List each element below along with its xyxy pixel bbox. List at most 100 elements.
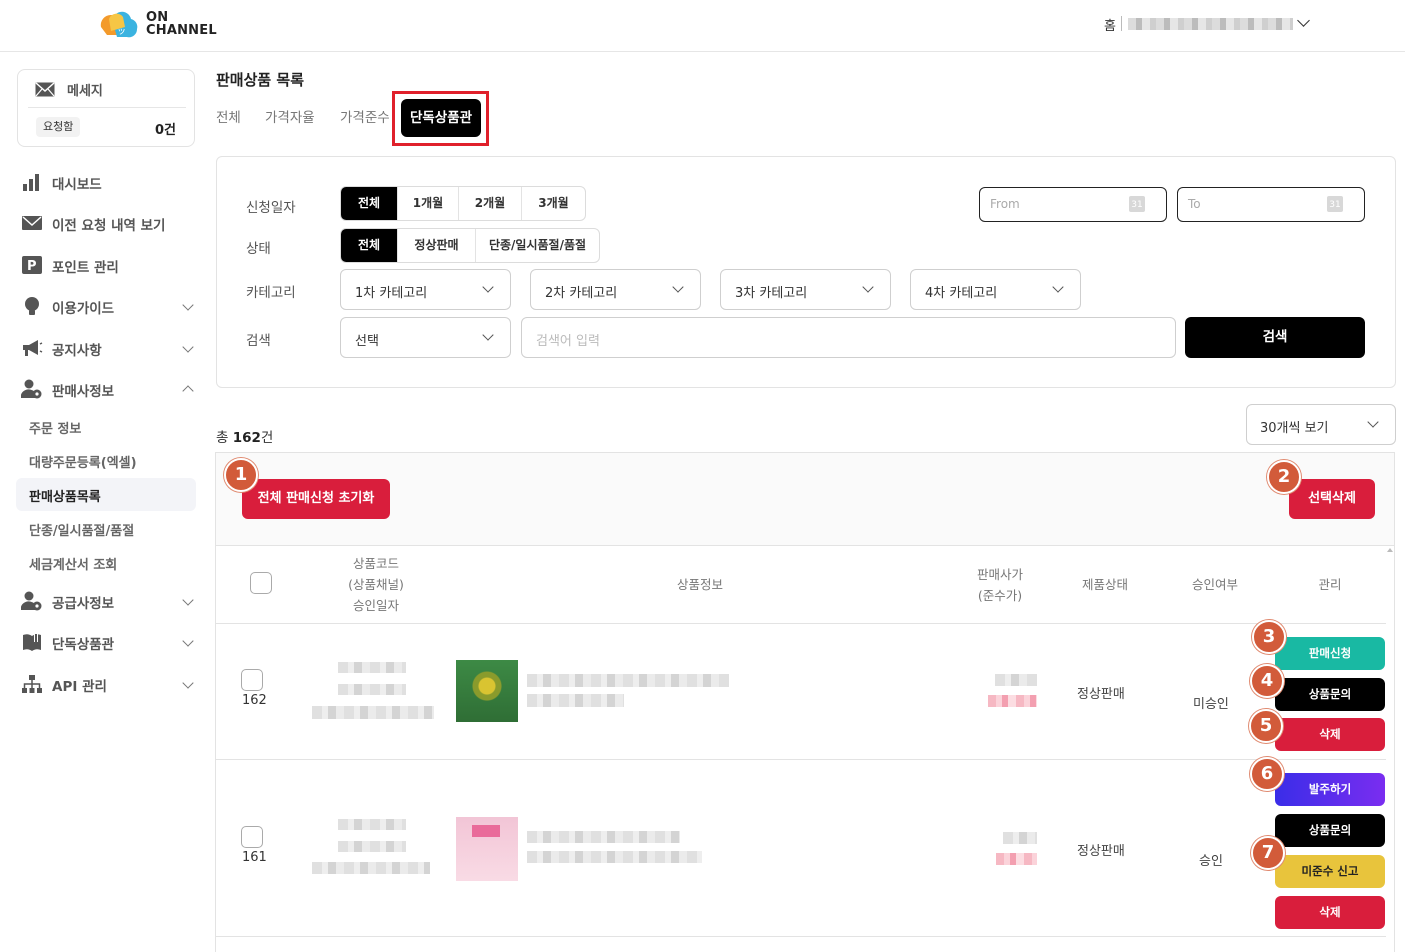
step-marker: 2	[1267, 460, 1301, 494]
filter-label-status: 상태	[246, 241, 271, 257]
redacted-product-option	[527, 694, 624, 707]
row-checkbox[interactable]	[241, 669, 263, 691]
period-segment: 전체 1개월 2개월 3개월	[340, 186, 586, 221]
period-1m-button[interactable]: 1개월	[398, 187, 459, 220]
tab-exclusive[interactable]: 단독상품관	[401, 99, 481, 137]
search-placeholder: 검색어 입력	[536, 334, 600, 349]
column-header-code-line: (상품채널)	[348, 577, 404, 592]
row-divider	[216, 623, 1386, 624]
redacted-product-name[interactable]	[527, 674, 729, 687]
chevron-up-icon[interactable]	[182, 385, 194, 397]
scroll-up-arrow[interactable]	[1387, 548, 1393, 552]
step-marker: 4	[1250, 664, 1284, 698]
column-header-price-line: 판매사가	[976, 567, 1023, 582]
non-compliance-report-button[interactable]: 미준수 신고	[1275, 855, 1385, 888]
sidebar-subitem-bulk-order[interactable]: 대량주문등록(엑셀)	[16, 444, 196, 477]
category-4-select[interactable]: 4차 카테고리	[910, 269, 1081, 310]
sidebar-item-label: 포인트 관리	[52, 260, 119, 276]
status-discontinued-button[interactable]: 단종/일시품절/품절	[476, 229, 599, 262]
home-link[interactable]: 홈	[1104, 15, 1116, 34]
per-page-select[interactable]: 30개씩 보기	[1246, 404, 1396, 445]
redacted-compliance-price	[996, 853, 1037, 865]
date-to-input[interactable]: To 31	[1177, 187, 1365, 222]
sidebar-item-label: 단독상품관	[52, 637, 115, 653]
search-type-select[interactable]: 선택	[340, 317, 511, 358]
period-2m-button[interactable]: 2개월	[459, 187, 522, 220]
category-3-select[interactable]: 3차 카테고리	[720, 269, 891, 310]
sidebar-item-exclusive[interactable]: 단독상품관	[17, 625, 197, 659]
sidebar-subitem-label: 단종/일시품절/품절	[29, 524, 135, 539]
category-2-value: 2차 카테고리	[545, 286, 618, 301]
status-normal-button[interactable]: 정상판매	[398, 229, 476, 262]
status-all-button[interactable]: 전체	[341, 229, 398, 262]
sidebar-item-supplier-info[interactable]: 공급사정보	[17, 584, 197, 618]
product-inquiry-button[interactable]: 상품문의	[1275, 678, 1385, 711]
category-2-select[interactable]: 2차 카테고리	[530, 269, 701, 310]
megaphone-icon	[23, 340, 43, 356]
sidebar-subitem-sales-products[interactable]: 판매상품목록	[16, 478, 196, 511]
search-input[interactable]: 검색어 입력	[521, 317, 1176, 358]
sidebar-item-points[interactable]: P 포인트 관리	[17, 248, 197, 282]
sidebar-item-previous-requests[interactable]: 이전 요청 내역 보기	[17, 206, 197, 240]
sidebar-subitem-label: 주문 정보	[29, 422, 82, 437]
filter-label-date: 신청일자	[246, 200, 296, 216]
sidebar-item-label: 공급사정보	[52, 596, 115, 612]
reset-all-requests-button[interactable]: 전체 판매신청 초기화	[242, 479, 390, 519]
search-type-value: 선택	[355, 334, 379, 349]
chevron-down-icon[interactable]	[1297, 14, 1310, 27]
redacted-account[interactable]	[1128, 18, 1293, 30]
redacted-compliance-price	[988, 695, 1037, 707]
sidebar-item-guide[interactable]: 이용가이드	[17, 289, 197, 323]
date-from-input[interactable]: From 31	[979, 187, 1167, 222]
sidebar-item-label: 대시보드	[52, 177, 102, 193]
product-inquiry-button[interactable]: 상품문의	[1275, 814, 1385, 847]
sidebar-subitem-discontinued[interactable]: 단종/일시품절/품절	[16, 512, 196, 545]
sidebar-subitem-tax-invoice[interactable]: 세금계산서 조회	[16, 546, 196, 579]
sidebar-subitem-order-info[interactable]: 주문 정보	[16, 410, 196, 443]
product-thumbnail[interactable]	[456, 660, 518, 722]
sidebar-item-notice[interactable]: 공지사항	[17, 331, 197, 365]
tab-price-free[interactable]: 가격자율	[265, 106, 315, 126]
status-segment: 전체 정상판매 단종/일시품절/품절	[340, 228, 600, 263]
redacted-approval-date	[312, 706, 434, 719]
category-1-select[interactable]: 1차 카테고리	[340, 269, 511, 310]
search-button[interactable]: 검색	[1185, 317, 1365, 358]
column-header-code[interactable]: 상품코드 (상품채널) 승인일자	[326, 553, 426, 616]
redacted-product-code	[338, 819, 406, 830]
chevron-down-icon[interactable]	[182, 594, 194, 606]
tab-price-compliance[interactable]: 가격준수	[340, 106, 390, 126]
request-inbox-chip[interactable]: 요청함	[36, 117, 81, 137]
chevron-down-icon[interactable]	[182, 299, 194, 311]
calendar-icon[interactable]: 31	[1129, 196, 1145, 212]
redacted-seller-price	[1003, 832, 1037, 844]
onchannel-logo-icon[interactable]: ッ	[97, 9, 139, 39]
delete-button[interactable]: 삭제	[1275, 718, 1385, 751]
chevron-down-icon	[672, 281, 684, 293]
row-checkbox[interactable]	[241, 826, 263, 848]
sidebar-item-dashboard[interactable]: 대시보드	[17, 165, 197, 199]
sales-request-button[interactable]: 판매신청	[1275, 637, 1385, 670]
period-all-button[interactable]: 전체	[341, 187, 398, 220]
period-3m-button[interactable]: 3개월	[522, 187, 585, 220]
delete-button[interactable]: 삭제	[1275, 896, 1385, 929]
category-3-value: 3차 카테고리	[735, 286, 808, 301]
date-to-placeholder: To	[1188, 197, 1201, 211]
sidebar-item-seller-info[interactable]: 판매사정보	[17, 372, 197, 406]
calendar-icon[interactable]: 31	[1327, 196, 1343, 212]
chevron-down-icon[interactable]	[182, 677, 194, 689]
product-thumbnail[interactable]	[456, 817, 518, 881]
redacted-product-code	[338, 662, 406, 673]
select-all-checkbox[interactable]	[250, 572, 272, 594]
chevron-down-icon[interactable]	[182, 635, 194, 647]
message-box[interactable]: 메세지 요청함 0건	[17, 69, 195, 147]
tab-all[interactable]: 전체	[216, 106, 241, 126]
sidebar-subitem-label: 세금계산서 조회	[29, 558, 118, 573]
place-order-button[interactable]: 발주하기	[1275, 773, 1385, 806]
row-number: 161	[242, 850, 267, 865]
chevron-down-icon[interactable]	[182, 341, 194, 353]
redacted-product-name[interactable]	[527, 831, 680, 843]
delete-selected-button[interactable]: 선택삭제	[1289, 479, 1375, 519]
sidebar-item-api[interactable]: API 관리	[17, 667, 197, 701]
step-marker: 5	[1249, 709, 1283, 743]
approval-status: 미승인	[1193, 697, 1229, 712]
